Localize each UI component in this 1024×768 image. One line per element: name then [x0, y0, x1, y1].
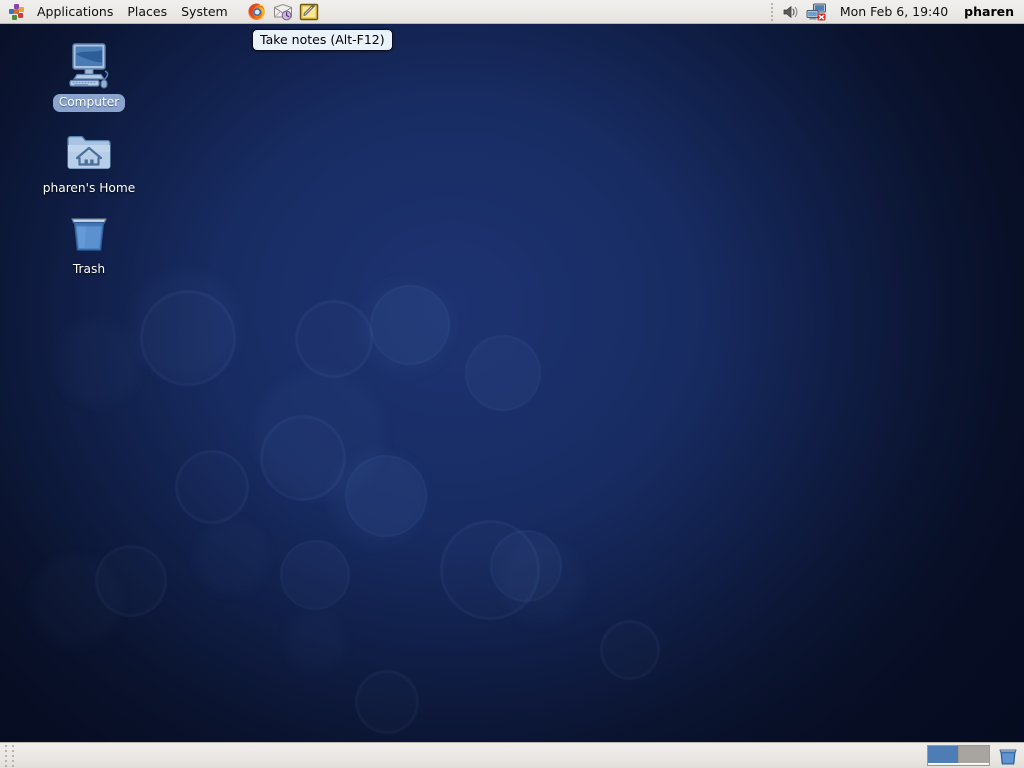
desktop-icon-home[interactable]: pharen's Home	[41, 126, 137, 198]
trash-applet[interactable]	[996, 745, 1020, 767]
menu-system[interactable]: System	[174, 1, 235, 23]
gnome-applications-logo-icon[interactable]	[6, 3, 28, 21]
top-panel: Applications Places System	[0, 0, 1024, 24]
evolution-mail-icon	[273, 3, 293, 21]
bottom-panel	[0, 742, 1024, 768]
desktop-icon-label: Computer	[53, 94, 126, 112]
desktop-icon-label: pharen's Home	[37, 180, 141, 198]
trash-icon	[63, 207, 115, 259]
workspace-1[interactable]	[928, 746, 959, 763]
desktop-icon-trash[interactable]: Trash	[41, 207, 137, 279]
firefox-icon	[247, 2, 266, 21]
launcher-evolution[interactable]	[271, 1, 295, 23]
user-menu[interactable]: pharen	[958, 1, 1024, 23]
panel-separator	[239, 4, 240, 20]
desktop-icon-computer[interactable]: Computer	[41, 40, 137, 112]
computer-icon	[63, 40, 115, 92]
desktop-screen: Applications Places System	[0, 0, 1024, 768]
launcher-notes[interactable]	[297, 1, 321, 23]
desktop-wallpaper[interactable]	[0, 0, 1024, 768]
notification-area-handle[interactable]	[768, 2, 776, 22]
workspace-2[interactable]	[959, 746, 989, 763]
trash-applet-icon	[998, 746, 1018, 766]
window-list-handle[interactable]	[2, 745, 16, 767]
home-folder-icon	[63, 126, 115, 178]
clock[interactable]: Mon Feb 6, 19:40	[830, 1, 958, 23]
workspace-switcher[interactable]	[927, 745, 990, 766]
volume-speaker-icon[interactable]	[778, 1, 804, 23]
window-list[interactable]	[16, 744, 927, 768]
menu-places[interactable]: Places	[120, 1, 174, 23]
menu-applications[interactable]: Applications	[30, 1, 120, 23]
launcher-firefox[interactable]	[245, 1, 269, 23]
notes-edit-icon	[299, 3, 319, 21]
desktop-icon-label: Trash	[67, 261, 111, 279]
network-disconnected-icon[interactable]	[804, 1, 830, 23]
launcher-tooltip: Take notes (Alt-F12)	[252, 29, 393, 51]
